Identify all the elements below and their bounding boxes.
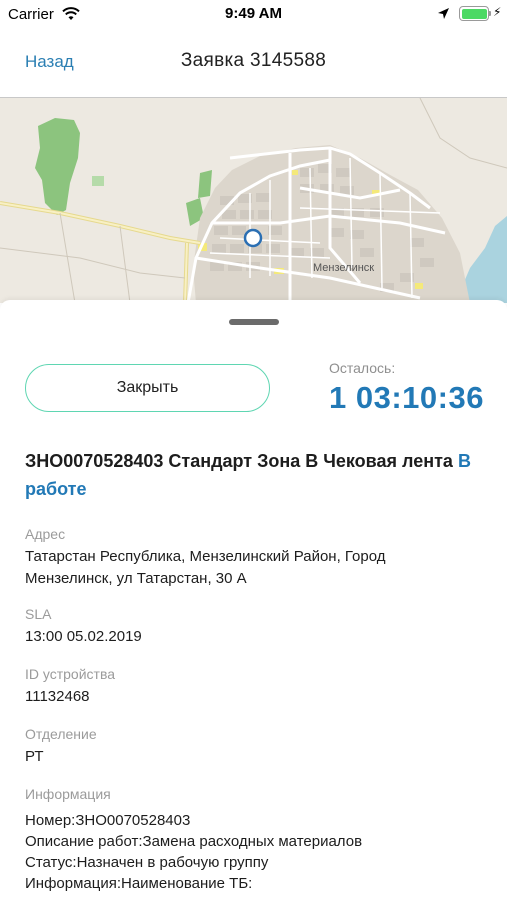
info-lines: Номер:ЗНО0070528403 Описание работ:Замен…: [25, 810, 485, 894]
info-field: Информация Номер:ЗНО0070528403 Описание …: [25, 784, 485, 894]
status-time: 9:49 AM: [225, 5, 282, 22]
info-line-description: Описание работ:Замена расходных материал…: [25, 833, 363, 850]
device-id-field: ID устройства 11132468: [25, 664, 485, 708]
location-arrow-icon: [437, 7, 450, 25]
battery-cap: [489, 11, 491, 16]
device-id-label: ID устройства: [25, 666, 116, 682]
details-sheet: Закрыть Осталось: 1 03:10:36 ЗНО00705284…: [0, 300, 507, 900]
battery-icon: [459, 6, 489, 21]
charging-bolt-icon: ⚡︎: [493, 5, 502, 19]
map-view[interactable]: Мензелинск: [0, 98, 507, 303]
navigation-bar: Назад Заявка 3145588: [0, 28, 507, 98]
info-label: Информация: [25, 786, 111, 802]
address-line-2: Мензелинск, ул Татарстан, 30 А: [25, 570, 247, 587]
close-request-button[interactable]: Закрыть: [25, 364, 270, 412]
info-line-status: Статус:Назначен в рабочую группу: [25, 854, 269, 871]
sla-label: SLA: [25, 606, 52, 622]
address-value: Татарстан Республика, Мензелинский Район…: [25, 546, 485, 590]
status-bar: Carrier 9:49 AM ⚡︎: [0, 0, 507, 28]
info-line-number: Номер:ЗНО0070528403: [25, 812, 191, 829]
department-field: Отделение РТ: [25, 724, 485, 768]
address-field: Адрес Татарстан Республика, Мензелинский…: [25, 524, 485, 590]
order-title-text: ЗНО0070528403 Стандарт Зона В Чековая ле…: [25, 451, 453, 471]
remaining-time-label: Осталось:: [329, 360, 396, 376]
device-id-value: 11132468: [25, 688, 90, 705]
sla-value: 13:00 05.02.2019: [25, 628, 142, 645]
department-label: Отделение: [25, 726, 97, 742]
remaining-time-value: 1 03:10:36: [329, 380, 484, 415]
sheet-drag-handle[interactable]: [229, 319, 279, 325]
map-canvas: [0, 98, 507, 303]
department-value: РТ: [25, 748, 44, 765]
order-title: ЗНО0070528403 Стандарт Зона В Чековая ле…: [25, 447, 485, 503]
map-city-label: Мензелинск: [313, 262, 375, 274]
info-line-info: Информация:Наименование ТБ:: [25, 875, 253, 892]
address-line-1: Татарстан Республика, Мензелинский Район…: [25, 548, 386, 565]
page-title: Заявка 3145588: [180, 50, 327, 71]
address-label: Адрес: [25, 526, 66, 542]
sla-field: SLA 13:00 05.02.2019: [25, 604, 485, 648]
